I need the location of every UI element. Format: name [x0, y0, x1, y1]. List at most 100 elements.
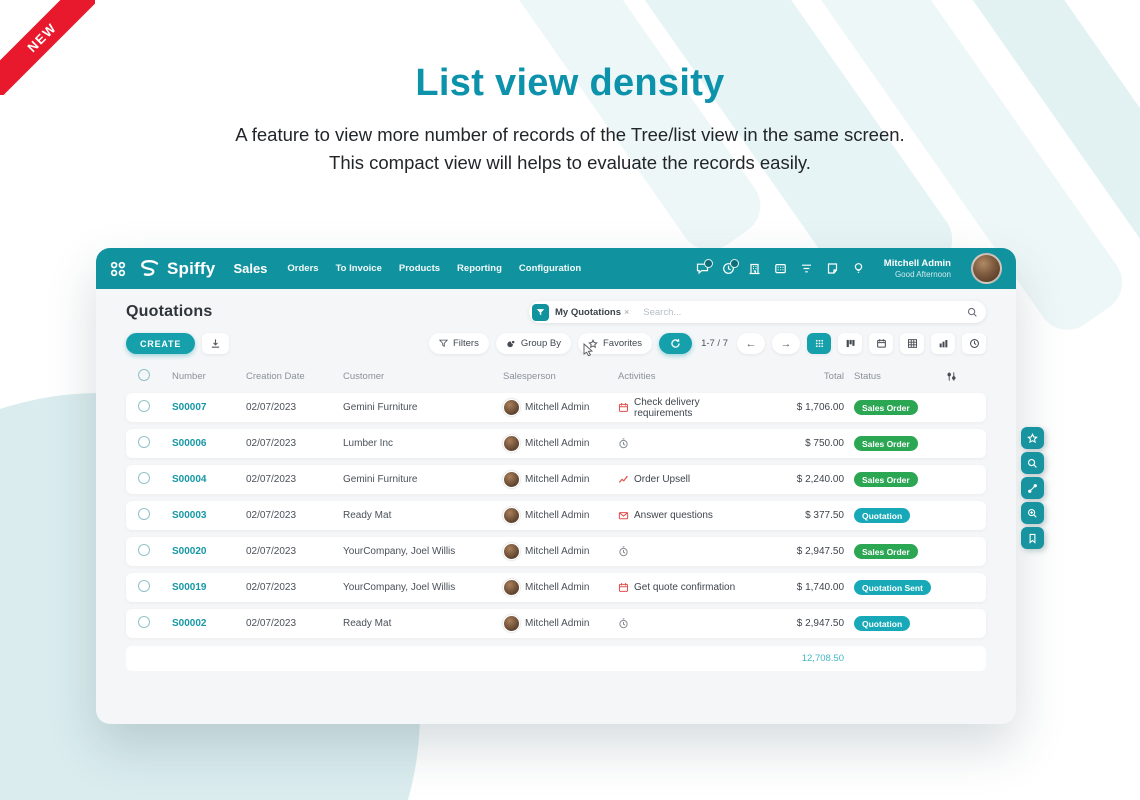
- row-checkbox[interactable]: [138, 400, 150, 412]
- pager-prev-icon[interactable]: ←: [737, 333, 765, 354]
- brand-name: Spiffy: [167, 259, 215, 279]
- total-amount: $ 750.00: [744, 438, 854, 449]
- status-badge: Quotation: [854, 616, 910, 631]
- calendar-view-icon: [876, 338, 887, 349]
- activity-clock-icon[interactable]: [722, 262, 735, 275]
- quotation-number[interactable]: S00007: [172, 402, 246, 413]
- search-facet[interactable]: My Quotations: [555, 307, 621, 318]
- pager-next-icon[interactable]: →: [772, 333, 800, 354]
- activity-view-icon: [969, 338, 980, 349]
- optional-columns-icon[interactable]: [946, 371, 974, 382]
- activity-email-icon[interactable]: [618, 510, 629, 521]
- graph-view-icon: [938, 338, 949, 349]
- create-button[interactable]: CREATE: [126, 333, 195, 354]
- activity-clock-icon[interactable]: [618, 546, 629, 557]
- col-header-customer[interactable]: Customer: [343, 371, 503, 382]
- nav-menu-configuration[interactable]: Configuration: [519, 263, 581, 274]
- activity-calendar-icon[interactable]: [618, 582, 629, 593]
- quotation-number[interactable]: S00004: [172, 474, 246, 485]
- note-icon[interactable]: [826, 262, 839, 275]
- search-bar[interactable]: My Quotations ×: [529, 301, 986, 323]
- activity-calendar-icon[interactable]: [618, 402, 629, 413]
- activity-upsell-icon[interactable]: [618, 474, 629, 485]
- subtitle-line-2: This compact view will helps to evaluate…: [0, 149, 1140, 177]
- view-graph-button[interactable]: [931, 333, 955, 354]
- chat-icon[interactable]: [696, 262, 709, 275]
- search-input[interactable]: [641, 306, 967, 319]
- apps-grid-icon[interactable]: [110, 261, 126, 277]
- table-row[interactable]: S00003 02/07/2023 Ready Mat Mitchell Adm…: [126, 501, 986, 530]
- table-row[interactable]: S00004 02/07/2023 Gemini Furniture Mitch…: [126, 465, 986, 494]
- col-header-status[interactable]: Status: [854, 371, 946, 382]
- favorites-label: Favorites: [603, 338, 642, 349]
- bookmark-button[interactable]: [1021, 527, 1044, 549]
- col-header-salesperson[interactable]: Salesperson: [503, 371, 618, 382]
- quotation-number[interactable]: S00003: [172, 510, 246, 521]
- total-amount: $ 2,947.50: [744, 546, 854, 557]
- quick-search-button[interactable]: [1021, 452, 1044, 474]
- col-header-creation-date[interactable]: Creation Date: [246, 371, 343, 382]
- row-checkbox[interactable]: [138, 508, 150, 520]
- quotation-number[interactable]: S00019: [172, 582, 246, 593]
- total-amount: $ 2,240.00: [744, 474, 854, 485]
- building-icon[interactable]: [748, 262, 761, 275]
- customer-name: Ready Mat: [343, 510, 503, 521]
- view-calendar-button[interactable]: [869, 333, 893, 354]
- nav-menu-to-invoice[interactable]: To Invoice: [336, 263, 382, 274]
- table-row[interactable]: S00019 02/07/2023 YourCompany, Joel Will…: [126, 573, 986, 602]
- table-row[interactable]: S00020 02/07/2023 YourCompany, Joel Will…: [126, 537, 986, 566]
- user-menu[interactable]: Mitchell Admin Good Afternoon: [884, 258, 951, 280]
- expand-button[interactable]: [1021, 477, 1044, 499]
- view-pivot-button[interactable]: [900, 333, 924, 354]
- filters-label: Filters: [453, 338, 479, 349]
- view-list-button[interactable]: [807, 333, 831, 354]
- salesperson-avatar: [503, 543, 520, 560]
- row-checkbox[interactable]: [138, 472, 150, 484]
- activity-label[interactable]: Answer questions: [634, 510, 713, 521]
- table-row[interactable]: S00006 02/07/2023 Lumber Inc Mitchell Ad…: [126, 429, 986, 458]
- nav-menu-orders[interactable]: Orders: [287, 263, 318, 274]
- keypad-icon[interactable]: [774, 262, 787, 275]
- activity-label[interactable]: Get quote confirmation: [634, 582, 735, 593]
- row-checkbox[interactable]: [138, 544, 150, 556]
- table-row[interactable]: S00002 02/07/2023 Ready Mat Mitchell Adm…: [126, 609, 986, 638]
- view-kanban-button[interactable]: [838, 333, 862, 354]
- status-badge: Sales Order: [854, 544, 918, 559]
- activity-clock-icon[interactable]: [618, 438, 629, 449]
- activity-label[interactable]: Order Upsell: [634, 474, 690, 485]
- quotation-number[interactable]: S00020: [172, 546, 246, 557]
- quotation-number[interactable]: S00006: [172, 438, 246, 449]
- quotation-number[interactable]: S00002: [172, 618, 246, 629]
- row-checkbox[interactable]: [138, 616, 150, 628]
- mouse-cursor: [583, 343, 594, 356]
- facet-remove-icon[interactable]: ×: [624, 307, 629, 317]
- col-header-total[interactable]: Total: [744, 371, 854, 382]
- spiffy-logo[interactable]: Spiffy: [136, 259, 215, 279]
- activity-clock-icon[interactable]: [618, 618, 629, 629]
- row-checkbox[interactable]: [138, 436, 150, 448]
- table-row[interactable]: S00007 02/07/2023 Gemini Furniture Mitch…: [126, 393, 986, 422]
- search-icon[interactable]: [967, 307, 978, 318]
- module-name[interactable]: Sales: [233, 261, 267, 276]
- zoom-button[interactable]: [1021, 502, 1044, 524]
- salesperson-name: Mitchell Admin: [525, 546, 589, 557]
- activity-label[interactable]: Check delivery requirements: [634, 397, 744, 419]
- select-all-checkbox[interactable]: [138, 369, 150, 381]
- salesperson-avatar: [503, 507, 520, 524]
- refresh-button[interactable]: [659, 333, 692, 354]
- view-activity-button[interactable]: [962, 333, 986, 354]
- nav-menu-reporting[interactable]: Reporting: [457, 263, 502, 274]
- favorite-star-button[interactable]: [1021, 427, 1044, 449]
- export-download-button[interactable]: [202, 333, 229, 354]
- app-window: Spiffy Sales Orders To Invoice Products Rep…: [96, 248, 1016, 724]
- filters-button[interactable]: Filters: [429, 333, 489, 354]
- group-by-button[interactable]: Group By: [496, 333, 571, 354]
- col-header-activities[interactable]: Activities: [618, 371, 744, 382]
- total-amount: $ 2,947.50: [744, 618, 854, 629]
- filter-lines-icon[interactable]: [800, 262, 813, 275]
- col-header-number[interactable]: Number: [172, 371, 246, 382]
- row-checkbox[interactable]: [138, 580, 150, 592]
- user-avatar[interactable]: [971, 253, 1002, 284]
- nav-menu-products[interactable]: Products: [399, 263, 440, 274]
- bulb-icon[interactable]: [852, 262, 865, 275]
